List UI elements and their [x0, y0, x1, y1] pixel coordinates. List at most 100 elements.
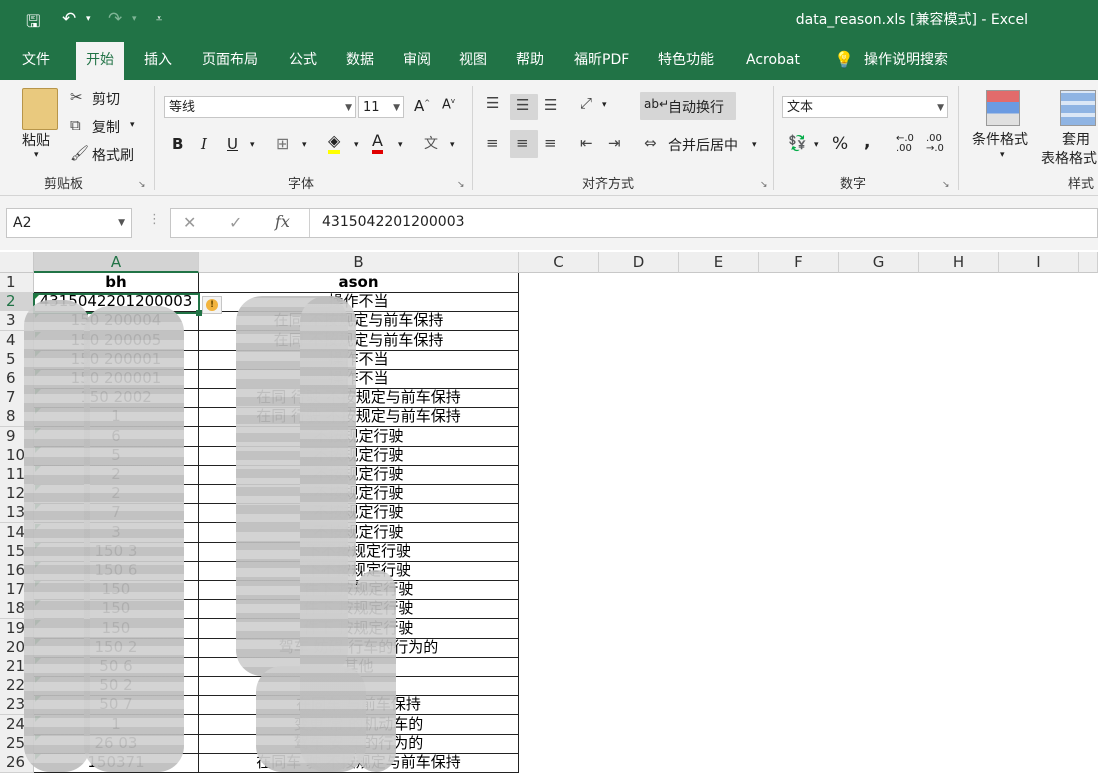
currency-dropdown-icon[interactable]: ▾	[814, 140, 819, 150]
font-group-label: 字体	[288, 177, 315, 192]
row-header[interactable]: 1	[0, 273, 34, 293]
number-group-label: 数字	[840, 177, 867, 192]
alignment-launcher-icon[interactable]: ↘	[760, 180, 768, 190]
number-launcher-icon[interactable]: ↘	[942, 180, 950, 190]
column-header-h[interactable]: H	[919, 252, 999, 273]
tab-acrobat[interactable]: Acrobat	[746, 40, 800, 80]
column-header-partial[interactable]	[1079, 252, 1098, 273]
orientation-dropdown-icon[interactable]: ▾	[602, 100, 607, 110]
tab-special-features[interactable]: 特色功能	[658, 40, 714, 80]
enter-icon[interactable]: ✓	[229, 213, 242, 232]
customize-toolbar-icon[interactable]: ⩡	[156, 12, 162, 26]
number-format-combo[interactable]: 文本 ▼	[782, 96, 948, 118]
tab-file[interactable]: 文件	[22, 40, 50, 80]
insert-function-icon[interactable]: fx	[275, 212, 290, 231]
column-header-a[interactable]: A	[34, 252, 199, 273]
format-painter-button[interactable]: 格式刷	[92, 145, 134, 165]
decrease-decimal-icon[interactable]: .00 →.0	[926, 134, 944, 154]
align-center-icon: ≡	[516, 134, 529, 152]
copy-button[interactable]: 复制	[92, 117, 120, 137]
format-painter-icon: 🖌	[70, 144, 90, 162]
paste-icon[interactable]	[22, 88, 58, 130]
name-box[interactable]: A2 ▼	[6, 208, 132, 238]
conditional-format-dropdown-icon[interactable]: ▾	[1000, 150, 1005, 160]
percent-button[interactable]: %	[832, 134, 848, 154]
header-cell-reason[interactable]: ason	[199, 273, 519, 293]
paste-dropdown-icon[interactable]: ▾	[34, 150, 39, 160]
decrease-indent-icon[interactable]: ⇤	[580, 134, 593, 152]
header-cell-bh[interactable]: bh	[34, 273, 199, 293]
select-all-corner[interactable]	[0, 252, 34, 273]
font-color-dropdown-icon[interactable]: ▾	[398, 140, 403, 150]
tab-formulas[interactable]: 公式	[289, 40, 317, 80]
resize-handle-icon[interactable]: ⋮	[148, 212, 161, 227]
underline-button[interactable]: U	[227, 135, 238, 153]
column-header-g[interactable]: G	[839, 252, 919, 273]
clipboard-launcher-icon[interactable]: ↘	[138, 180, 146, 190]
tab-data[interactable]: 数据	[346, 40, 374, 80]
cancel-icon[interactable]: ✕	[183, 213, 196, 232]
column-header-i[interactable]: I	[999, 252, 1079, 273]
conditional-format-button[interactable]: 条件格式	[972, 129, 1028, 149]
increase-decimal-icon[interactable]: ←.0.00	[896, 134, 914, 154]
decrease-font-icon[interactable]: Av	[442, 97, 455, 112]
align-bottom-icon[interactable]: ☰	[544, 96, 557, 114]
tell-me-search[interactable]: 操作说明搜索	[864, 40, 948, 80]
column-header-d[interactable]: D	[599, 252, 679, 273]
tab-home[interactable]: 开始	[76, 42, 124, 80]
tab-help[interactable]: 帮助	[516, 40, 544, 80]
undo-icon[interactable]: ↶	[62, 9, 76, 29]
formula-value[interactable]: 4315042201200003	[322, 214, 465, 230]
tab-view[interactable]: 视图	[459, 40, 487, 80]
align-right-icon[interactable]: ≡	[544, 134, 557, 152]
bold-button[interactable]: B	[172, 135, 183, 153]
italic-button[interactable]: I	[201, 135, 207, 153]
undo-dropdown-icon[interactable]: ▾	[86, 14, 91, 24]
borders-icon[interactable]: ⊞	[276, 134, 289, 153]
name-box-value: A2	[13, 215, 32, 231]
separator	[154, 86, 155, 190]
merge-dropdown-icon[interactable]: ▾	[752, 140, 757, 150]
chevron-down-icon[interactable]: ▼	[118, 209, 125, 237]
cut-button[interactable]: 剪切	[92, 89, 120, 109]
tab-page-layout[interactable]: 页面布局	[202, 40, 258, 80]
format-as-table-icon[interactable]	[1060, 90, 1096, 126]
column-header-f[interactable]: F	[759, 252, 839, 273]
tab-foxit-pdf[interactable]: 福昕PDF	[574, 40, 629, 80]
currency-icon[interactable]: 💱	[788, 134, 807, 152]
fill-color-dropdown-icon[interactable]: ▾	[354, 140, 359, 150]
font-size-combo[interactable]: 11 ▼	[358, 96, 404, 118]
font-color-icon[interactable]: A	[372, 132, 383, 154]
underline-dropdown-icon[interactable]: ▾	[250, 140, 255, 150]
conditional-format-icon[interactable]	[986, 90, 1020, 126]
tab-review[interactable]: 审阅	[403, 40, 431, 80]
font-name-combo[interactable]: 等线 ▼	[164, 96, 356, 118]
align-top-icon[interactable]: ☰	[486, 94, 499, 112]
orientation-icon[interactable]: ⤢	[580, 94, 592, 112]
tab-insert[interactable]: 插入	[144, 40, 172, 80]
column-header-c[interactable]: C	[519, 252, 599, 273]
font-launcher-icon[interactable]: ↘	[457, 180, 465, 190]
formula-input-box[interactable]: ✕ ✓ fx	[170, 208, 1098, 238]
merge-center-button[interactable]: 合并后居中	[668, 135, 738, 155]
merge-center-icon: ⇔	[644, 134, 657, 152]
align-left-icon[interactable]: ≡	[486, 134, 499, 152]
paste-button[interactable]: 粘贴	[22, 130, 50, 150]
chevron-down-icon: ▼	[937, 103, 944, 113]
clipboard-group-label: 剪贴板	[44, 177, 84, 192]
save-icon[interactable]: 🖫	[26, 9, 40, 38]
format-as-table-label-2[interactable]: 表格格式	[1041, 148, 1097, 168]
format-as-table-label-1[interactable]: 套用	[1062, 129, 1090, 149]
phonetic-icon[interactable]: 文	[424, 133, 438, 153]
chevron-down-icon: ▼	[393, 103, 400, 113]
borders-dropdown-icon[interactable]: ▾	[302, 140, 307, 150]
comma-button[interactable]: ,	[864, 132, 870, 152]
column-header-e[interactable]: E	[679, 252, 759, 273]
increase-font-icon[interactable]: A^	[414, 97, 430, 115]
redo-icon: ↷	[108, 9, 123, 29]
phonetic-dropdown-icon[interactable]: ▾	[450, 140, 455, 150]
copy-dropdown-icon[interactable]: ▾	[130, 120, 135, 130]
increase-indent-icon[interactable]: ⇥	[608, 134, 621, 152]
column-header-b[interactable]: B	[199, 252, 519, 273]
fill-color-icon[interactable]: ◈	[328, 132, 341, 154]
